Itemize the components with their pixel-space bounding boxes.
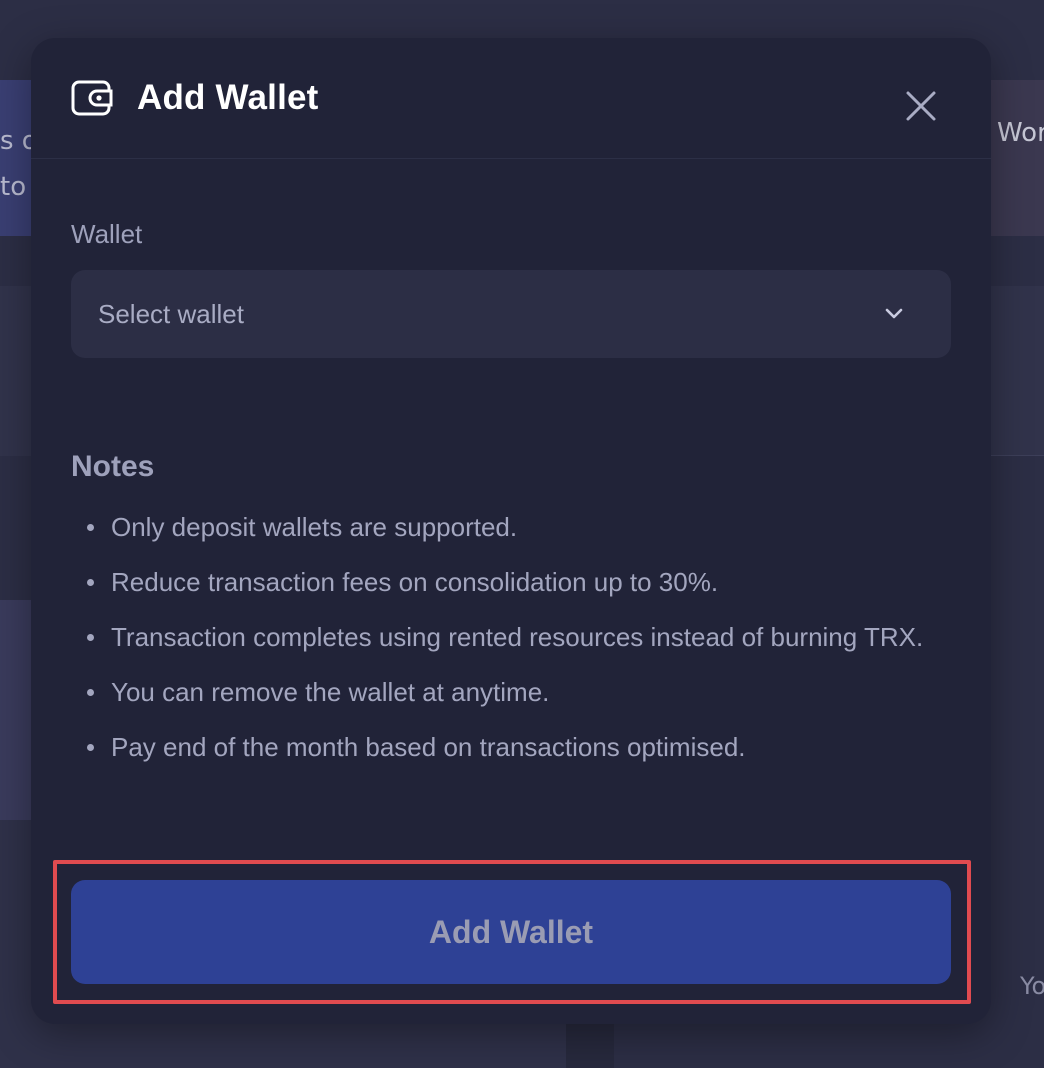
background-card [990,286,1044,456]
note-item: Reduce transaction fees on consolidation… [71,559,951,606]
modal-title: Add Wallet [137,78,319,117]
wallet-field-label: Wallet [71,219,143,249]
add-wallet-button[interactable]: Add Wallet [71,880,951,984]
wallet-icon [71,80,113,116]
notes-title: Notes [71,450,155,483]
modal-body: Wallet Select wallet Notes Only deposit … [31,219,991,771]
chevron-down-icon [885,305,903,324]
background-divider [566,1020,614,1068]
notes-list: Only deposit wallets are supported. Redu… [71,504,951,771]
note-item: You can remove the wallet at anytime. [71,669,951,716]
background-text-right: Wor [997,118,1044,148]
add-wallet-modal: Add Wallet Wallet Select wallet Notes On… [31,38,991,1024]
note-item: Only deposit wallets are supported. [71,504,951,551]
note-item: Transaction completes using rented resou… [71,614,951,661]
note-item: Pay end of the month based on transactio… [71,724,951,771]
wallet-select[interactable]: Select wallet [71,270,951,358]
background-divider [990,455,1044,456]
wallet-select-value: Select wallet [98,298,244,329]
close-button[interactable] [903,90,939,126]
modal-header: Add Wallet [31,38,991,159]
close-icon [905,90,937,126]
background-text-bottom: Yo [1020,972,1044,1000]
